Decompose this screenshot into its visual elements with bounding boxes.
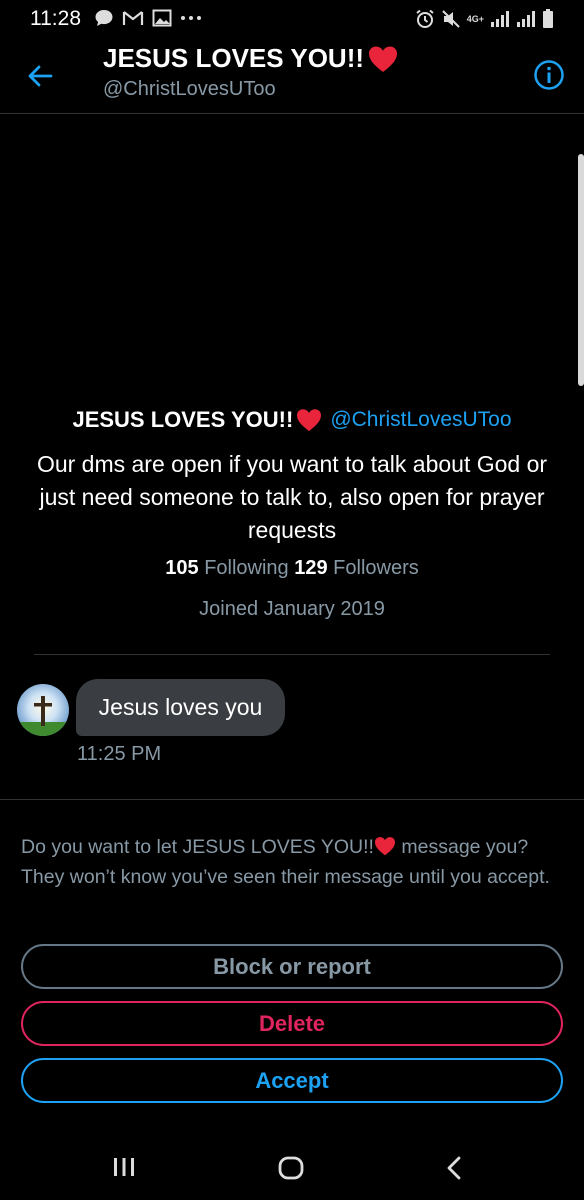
- signal-icon: [491, 11, 509, 27]
- cross-avatar-image: [17, 684, 69, 736]
- profile-summary: JESUS LOVES YOU!! @ChristLovesUToo Our d…: [0, 407, 584, 621]
- profile-handle[interactable]: @ChristLovesUToo: [330, 408, 511, 432]
- message-request-prompt: Do you want to let JESUS LOVES YOU!! mes…: [21, 832, 569, 892]
- home-button[interactable]: [277, 1155, 305, 1186]
- divider: [34, 654, 550, 655]
- signal-icon-2: [517, 11, 535, 27]
- notification-icons: [94, 8, 202, 28]
- conversation-header: JESUS LOVES YOU!! @ChristLovesUToo: [0, 38, 584, 114]
- header-title-text: JESUS LOVES YOU!!: [103, 43, 365, 73]
- alarm-icon: [416, 9, 434, 28]
- avatar[interactable]: [17, 684, 69, 736]
- profile-name[interactable]: JESUS LOVES YOU!!: [72, 407, 322, 433]
- 4g-data-icon: 4G+: [466, 14, 484, 24]
- back-arrow-icon: [28, 65, 53, 87]
- prompt-prefix: Do you want to let JESUS LOVES YOU!!: [21, 836, 374, 858]
- home-icon: [278, 1156, 304, 1180]
- gmail-icon: [122, 11, 144, 25]
- chat-bubble-icon: [95, 10, 113, 26]
- profile-stats: 105 Following 129 Followers: [0, 557, 584, 580]
- followers-label: Followers: [333, 557, 419, 579]
- message-bubble[interactable]: Jesus loves you: [76, 679, 285, 736]
- heart-emoji-icon: [374, 837, 395, 856]
- status-bar: 11:28 4G+: [0, 0, 584, 38]
- back-button[interactable]: [22, 58, 58, 94]
- battery-icon: [543, 9, 553, 28]
- block-or-report-button[interactable]: Block or report: [21, 944, 563, 989]
- header-handle: @ChristLovesUToo: [103, 78, 276, 100]
- following-label: Following: [204, 557, 289, 579]
- chevron-left-icon: [447, 1156, 461, 1180]
- accept-button[interactable]: Accept: [21, 1058, 563, 1103]
- followers-stat[interactable]: 129 Followers: [294, 557, 419, 579]
- profile-name-line: JESUS LOVES YOU!! @ChristLovesUToo: [0, 407, 584, 433]
- joined-date: Joined January 2019: [199, 598, 385, 620]
- more-dots-icon: [181, 16, 201, 20]
- heart-emoji-icon: [297, 409, 322, 432]
- info-icon: [534, 60, 564, 90]
- recents-button[interactable]: [112, 1156, 136, 1183]
- profile-name-text: JESUS LOVES YOU!!: [72, 407, 294, 432]
- heart-emoji-icon: [369, 46, 398, 72]
- following-stat[interactable]: 105 Following: [165, 557, 288, 579]
- system-back-button[interactable]: [444, 1155, 464, 1186]
- recents-icon: [114, 1158, 134, 1176]
- header-title: JESUS LOVES YOU!!: [103, 43, 398, 74]
- divider: [0, 799, 584, 800]
- following-count: 105: [165, 557, 199, 579]
- status-time: 11:28: [30, 7, 81, 30]
- scrollbar[interactable]: [578, 154, 584, 386]
- mute-icon: [442, 10, 460, 28]
- system-icons: 4G+: [415, 9, 554, 29]
- followers-count: 129: [294, 557, 328, 579]
- gallery-icon: [152, 9, 172, 27]
- info-button[interactable]: [533, 59, 565, 91]
- profile-bio: Our dms are open if you want to talk abo…: [36, 451, 548, 543]
- system-navigation-bar: [0, 1140, 584, 1200]
- delete-button[interactable]: Delete: [21, 1001, 563, 1046]
- message-timestamp: 11:25 PM: [77, 743, 162, 765]
